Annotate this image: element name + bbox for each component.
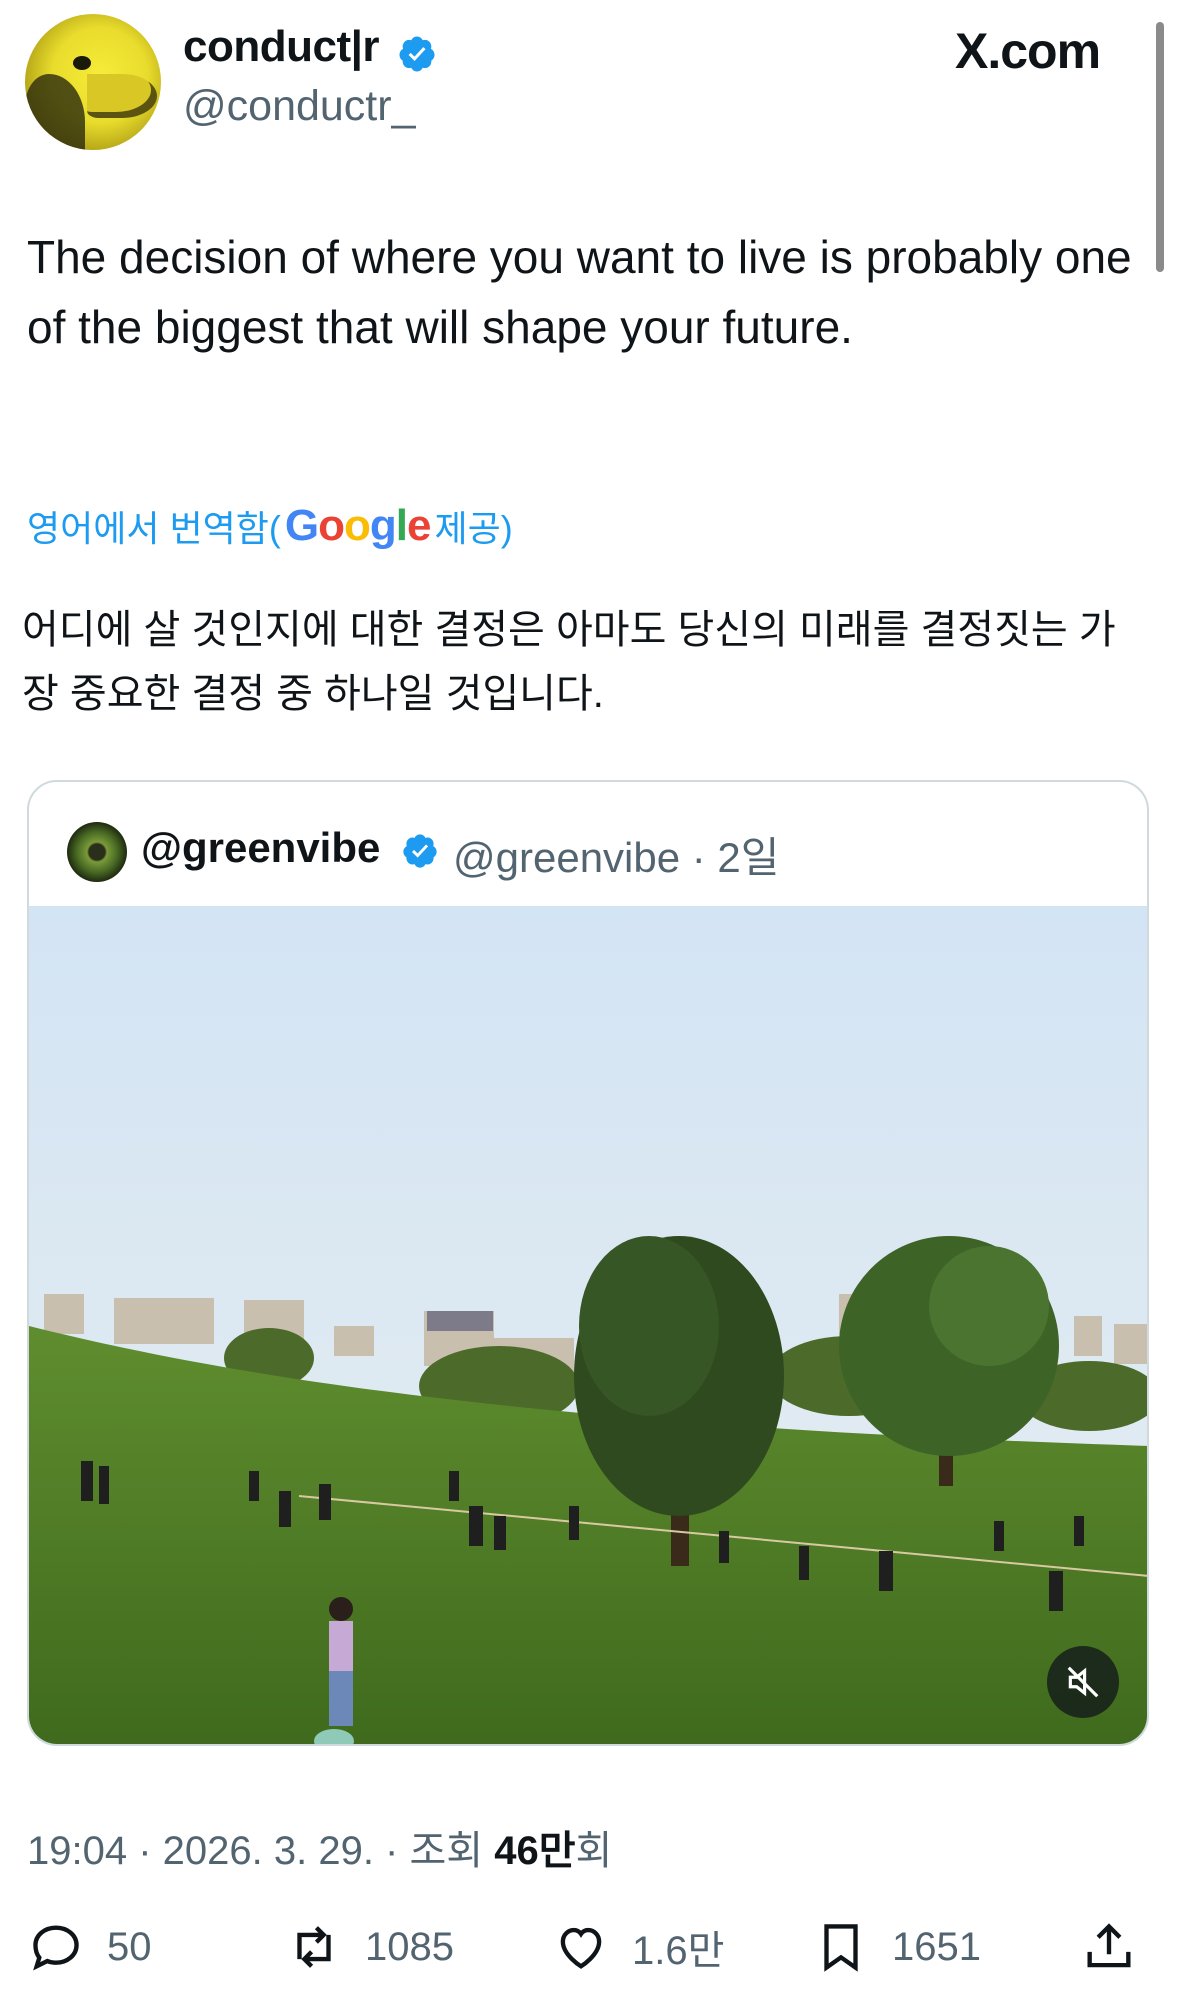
quoted-video[interactable] <box>29 906 1147 1744</box>
reply-icon <box>33 1925 79 1971</box>
like-count: 1.6만 <box>632 1929 725 1973</box>
bookmark-button[interactable]: 1651 <box>812 1918 981 1976</box>
like-button[interactable]: 1.6만 <box>552 1918 724 1976</box>
park-scene-image <box>29 906 1147 1744</box>
action-bar: 50 1085 1.6만 1651 <box>0 1918 1179 1978</box>
translate-prefix: 영어에서 번역함( <box>27 508 281 549</box>
google-logo: Google <box>284 501 432 550</box>
quoted-handle-time[interactable]: @greenvibe · 2일 <box>453 824 779 885</box>
like-icon <box>560 1927 602 1969</box>
mute-icon <box>1067 1666 1099 1698</box>
quoted-tweet-card[interactable]: @greenvibe @greenvibe · 2일 <box>27 780 1149 1746</box>
repost-button[interactable]: 1085 <box>285 1918 454 1976</box>
mute-button[interactable] <box>1047 1646 1119 1718</box>
share-icon <box>1087 1923 1131 1968</box>
site-label: X.com <box>955 23 1101 79</box>
author-handle[interactable]: @conductr_ <box>183 82 416 131</box>
repost-count: 1085 <box>365 1924 454 1969</box>
verified-badge-icon <box>403 834 437 868</box>
repost-icon <box>297 1926 331 1968</box>
translated-text: 어디에 살 것인지에 대한 결정은 아마도 당신의 미래를 결정짓는 가장 중요… <box>22 608 1116 716</box>
bookmark-icon <box>824 1924 858 1972</box>
quoted-avatar[interactable] <box>67 822 127 882</box>
avatar-shadow <box>25 74 85 150</box>
translate-suffix: 제공) <box>434 508 513 549</box>
timestamp[interactable]: 19:04 · 2026. 3. 29. · 조회 <box>27 1829 494 1873</box>
author-name[interactable]: conduct|r <box>183 22 380 72</box>
verified-badge-icon <box>399 36 435 72</box>
share-button[interactable] <box>1080 1918 1138 1976</box>
translation-attribution[interactable]: 영어에서 번역함( Google 제공) <box>27 500 513 552</box>
view-count: 46만 <box>494 1829 576 1873</box>
tweet-text: The decision of where you want to live i… <box>27 231 1132 353</box>
quoted-name[interactable]: @greenvibe <box>141 824 380 872</box>
view-suffix: 회 <box>575 1829 613 1873</box>
reply-count: 50 <box>107 1924 152 1969</box>
tweet-meta: 19:04 · 2026. 3. 29. · 조회 46만회 <box>27 1818 612 1876</box>
avatar-eye <box>73 56 91 70</box>
bookmark-count: 1651 <box>892 1924 981 1969</box>
avatar-beak <box>87 74 157 118</box>
reply-button[interactable]: 50 <box>27 1918 152 1976</box>
scrollbar[interactable] <box>1156 22 1164 272</box>
author-avatar[interactable] <box>25 14 161 150</box>
